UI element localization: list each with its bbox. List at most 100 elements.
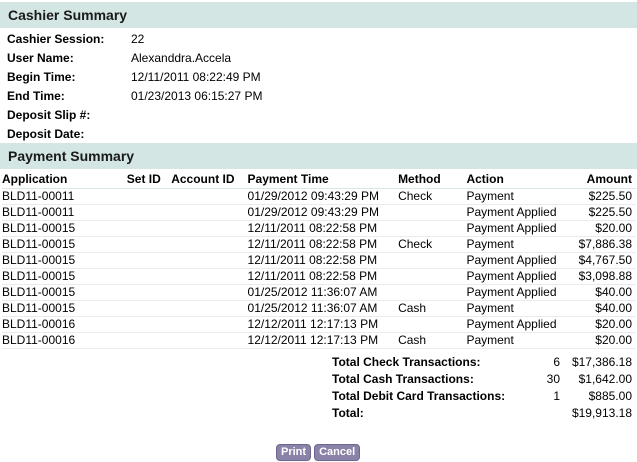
cell-application: BLD11-00015: [2, 300, 127, 317]
cell-payment-time: 01/25/2012 11:36:07 AM: [247, 300, 399, 317]
table-row: BLD11-00015 01/25/2012 11:36:07 AM Cash Pay…: [2, 300, 636, 317]
table-row: BLD11-00011 01/29/2012 09:43:29 PM Check Pa…: [2, 188, 636, 205]
cell-action: Payment Applied: [466, 316, 567, 333]
cell-payment-time: 12/11/2011 08:22:58 PM: [247, 252, 399, 269]
cell-amount: $3,098.88: [566, 268, 636, 285]
begin-time-value: 12/11/2011 08:22:49 PM: [131, 70, 261, 84]
cell-payment-time: 12/12/2011 12:17:13 PM: [247, 316, 399, 333]
cashier-session-row: Cashier Session: 22: [7, 30, 262, 49]
cell-method: Check: [398, 188, 467, 205]
cell-payment-time: 01/29/2012 09:43:29 PM: [247, 204, 399, 221]
cell-account-id: [171, 204, 248, 221]
cell-set-id: [126, 204, 172, 221]
deposit-date-row: Deposit Date:: [7, 125, 262, 144]
total-cash-amount: $1,642.00: [578, 372, 632, 386]
cell-method: [398, 316, 467, 333]
col-application: Application: [2, 171, 127, 189]
grand-total-label: Total:: [332, 406, 364, 420]
cell-application: BLD11-00015: [2, 268, 127, 285]
cell-set-id: [126, 316, 172, 333]
cell-application: BLD11-00015: [2, 284, 127, 301]
cell-action: Payment: [466, 332, 567, 349]
cell-action: Payment: [466, 188, 567, 205]
col-set-id: Set ID: [126, 171, 172, 189]
cell-account-id: [171, 332, 248, 349]
user-name-value: Alexanddra.Accela: [131, 51, 232, 65]
cell-account-id: [171, 300, 248, 317]
cell-set-id: [126, 236, 172, 253]
table-row: BLD11-00016 12/12/2011 12:17:13 PM Cash Pay…: [2, 332, 636, 349]
cell-method: [398, 284, 467, 301]
cell-amount: $20.00: [566, 332, 636, 349]
cell-action: Payment: [466, 300, 567, 317]
cell-action: Payment: [466, 236, 567, 253]
cell-action: Payment Applied: [466, 284, 567, 301]
cell-amount: $4,767.50: [566, 252, 636, 269]
cell-set-id: [126, 252, 172, 269]
table-row: BLD11-00015 12/11/2011 08:22:58 PM Check Pa…: [2, 236, 636, 253]
cell-application: BLD11-00015: [2, 236, 127, 253]
payment-table-header-row: Application Set ID Account ID Payment Ti…: [2, 171, 636, 189]
cell-set-id: [126, 188, 172, 205]
cell-method: [398, 220, 467, 237]
cancel-button[interactable]: Cancel: [314, 444, 361, 461]
begin-time-row: Begin Time: 12/11/2011 08:22:49 PM: [7, 68, 262, 87]
cell-amount: $40.00: [566, 300, 636, 317]
cell-set-id: [126, 300, 172, 317]
user-name-label: User Name:: [7, 51, 74, 65]
cell-application: BLD11-00015: [2, 220, 127, 237]
cell-application: BLD11-00015: [2, 252, 127, 269]
cell-amount: $20.00: [566, 316, 636, 333]
cell-set-id: [126, 284, 172, 301]
cashier-session-label: Cashier Session:: [7, 32, 105, 46]
cell-set-id: [126, 220, 172, 237]
cell-application: BLD11-00011: [2, 188, 127, 205]
cell-account-id: [171, 220, 248, 237]
cell-account-id: [171, 188, 248, 205]
col-amount: Amount: [566, 171, 636, 189]
table-row: BLD11-00015 12/11/2011 08:22:58 PM Payment…: [2, 220, 636, 237]
cell-method: Check: [398, 236, 467, 253]
total-debit-amount: $885.00: [588, 389, 632, 403]
cell-amount: $40.00: [566, 284, 636, 301]
table-row: BLD11-00015 01/25/2012 11:36:07 AM Payment…: [2, 284, 636, 301]
cell-account-id: [171, 268, 248, 285]
cell-payment-time: 12/12/2011 12:17:13 PM: [247, 332, 399, 349]
cell-method: [398, 252, 467, 269]
print-button[interactable]: Print: [276, 444, 312, 461]
cell-action: Payment Applied: [466, 252, 567, 269]
cell-method: [398, 268, 467, 285]
cell-amount: $7,886.38: [566, 236, 636, 253]
cashier-summary-header: Cashier Summary: [0, 2, 637, 28]
cell-payment-time: 12/11/2011 08:22:58 PM: [247, 220, 399, 237]
total-debit-label: Total Debit Card Transactions:: [332, 389, 506, 403]
total-check-label: Total Check Transactions:: [332, 355, 481, 369]
col-method: Method: [398, 171, 467, 189]
cell-application: BLD11-00016: [2, 316, 127, 333]
action-buttons: Print Cancel: [276, 444, 361, 461]
cell-action: Payment Applied: [466, 204, 567, 221]
table-row: BLD11-00015 12/11/2011 08:22:58 PM Payment…: [2, 252, 636, 269]
cashier-session-value: 22: [131, 32, 145, 46]
table-row: BLD11-00015 12/11/2011 08:22:58 PM Payment…: [2, 268, 636, 285]
totals-table: Total Check Transactions: 6 $17,386.18 T…: [332, 354, 632, 422]
total-debit-count: 1: [553, 389, 560, 403]
deposit-slip-label: Deposit Slip #:: [7, 108, 91, 122]
table-row: BLD11-00016 12/12/2011 12:17:13 PM Payment…: [2, 316, 636, 333]
cell-payment-time: 01/29/2012 09:43:29 PM: [247, 188, 399, 205]
col-payment-time: Payment Time: [247, 171, 399, 189]
deposit-slip-row: Deposit Slip #:: [7, 106, 262, 125]
cell-action: Payment Applied: [466, 220, 567, 237]
grand-total-count: [532, 405, 566, 422]
cell-account-id: [171, 252, 248, 269]
user-name-row: User Name: Alexanddra.Accela: [7, 49, 262, 68]
payment-rows: BLD11-00011 01/29/2012 09:43:29 PM Check Pa…: [2, 188, 636, 349]
cell-set-id: [126, 268, 172, 285]
cell-amount: $20.00: [566, 220, 636, 237]
cell-method: [398, 204, 467, 221]
cell-account-id: [171, 236, 248, 253]
cell-payment-time: 12/11/2011 08:22:58 PM: [247, 236, 399, 253]
grand-total-row: Total: $19,913.18: [332, 405, 632, 422]
begin-time-label: Begin Time:: [7, 70, 76, 84]
col-action: Action: [466, 171, 567, 189]
